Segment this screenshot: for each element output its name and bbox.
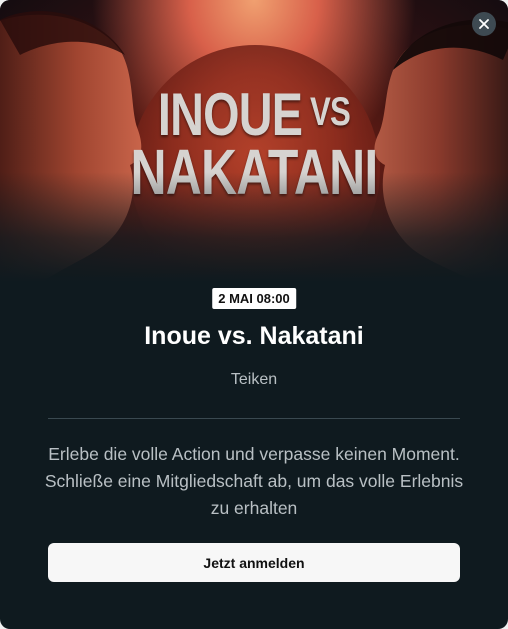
divider xyxy=(48,418,460,419)
sign-up-button[interactable]: Jetzt anmelden xyxy=(48,543,460,582)
close-icon xyxy=(479,19,489,29)
event-date-badge: 2 MAI 08:00 xyxy=(212,288,296,309)
hero-title-vs: VS xyxy=(310,90,351,134)
event-title: Inoue vs. Nakatani xyxy=(144,322,364,350)
close-button[interactable] xyxy=(472,12,496,36)
event-subtitle: Teiken xyxy=(230,371,278,388)
hero-fade-overlay xyxy=(0,172,508,282)
subscription-modal: INOUEVS NAKATANI 2 MAI 08:00 Inoue vs. N… xyxy=(0,0,508,629)
membership-description: Erlebe die volle Action und verpasse kei… xyxy=(44,444,464,518)
event-hero-image: INOUEVS NAKATANI xyxy=(0,0,508,282)
